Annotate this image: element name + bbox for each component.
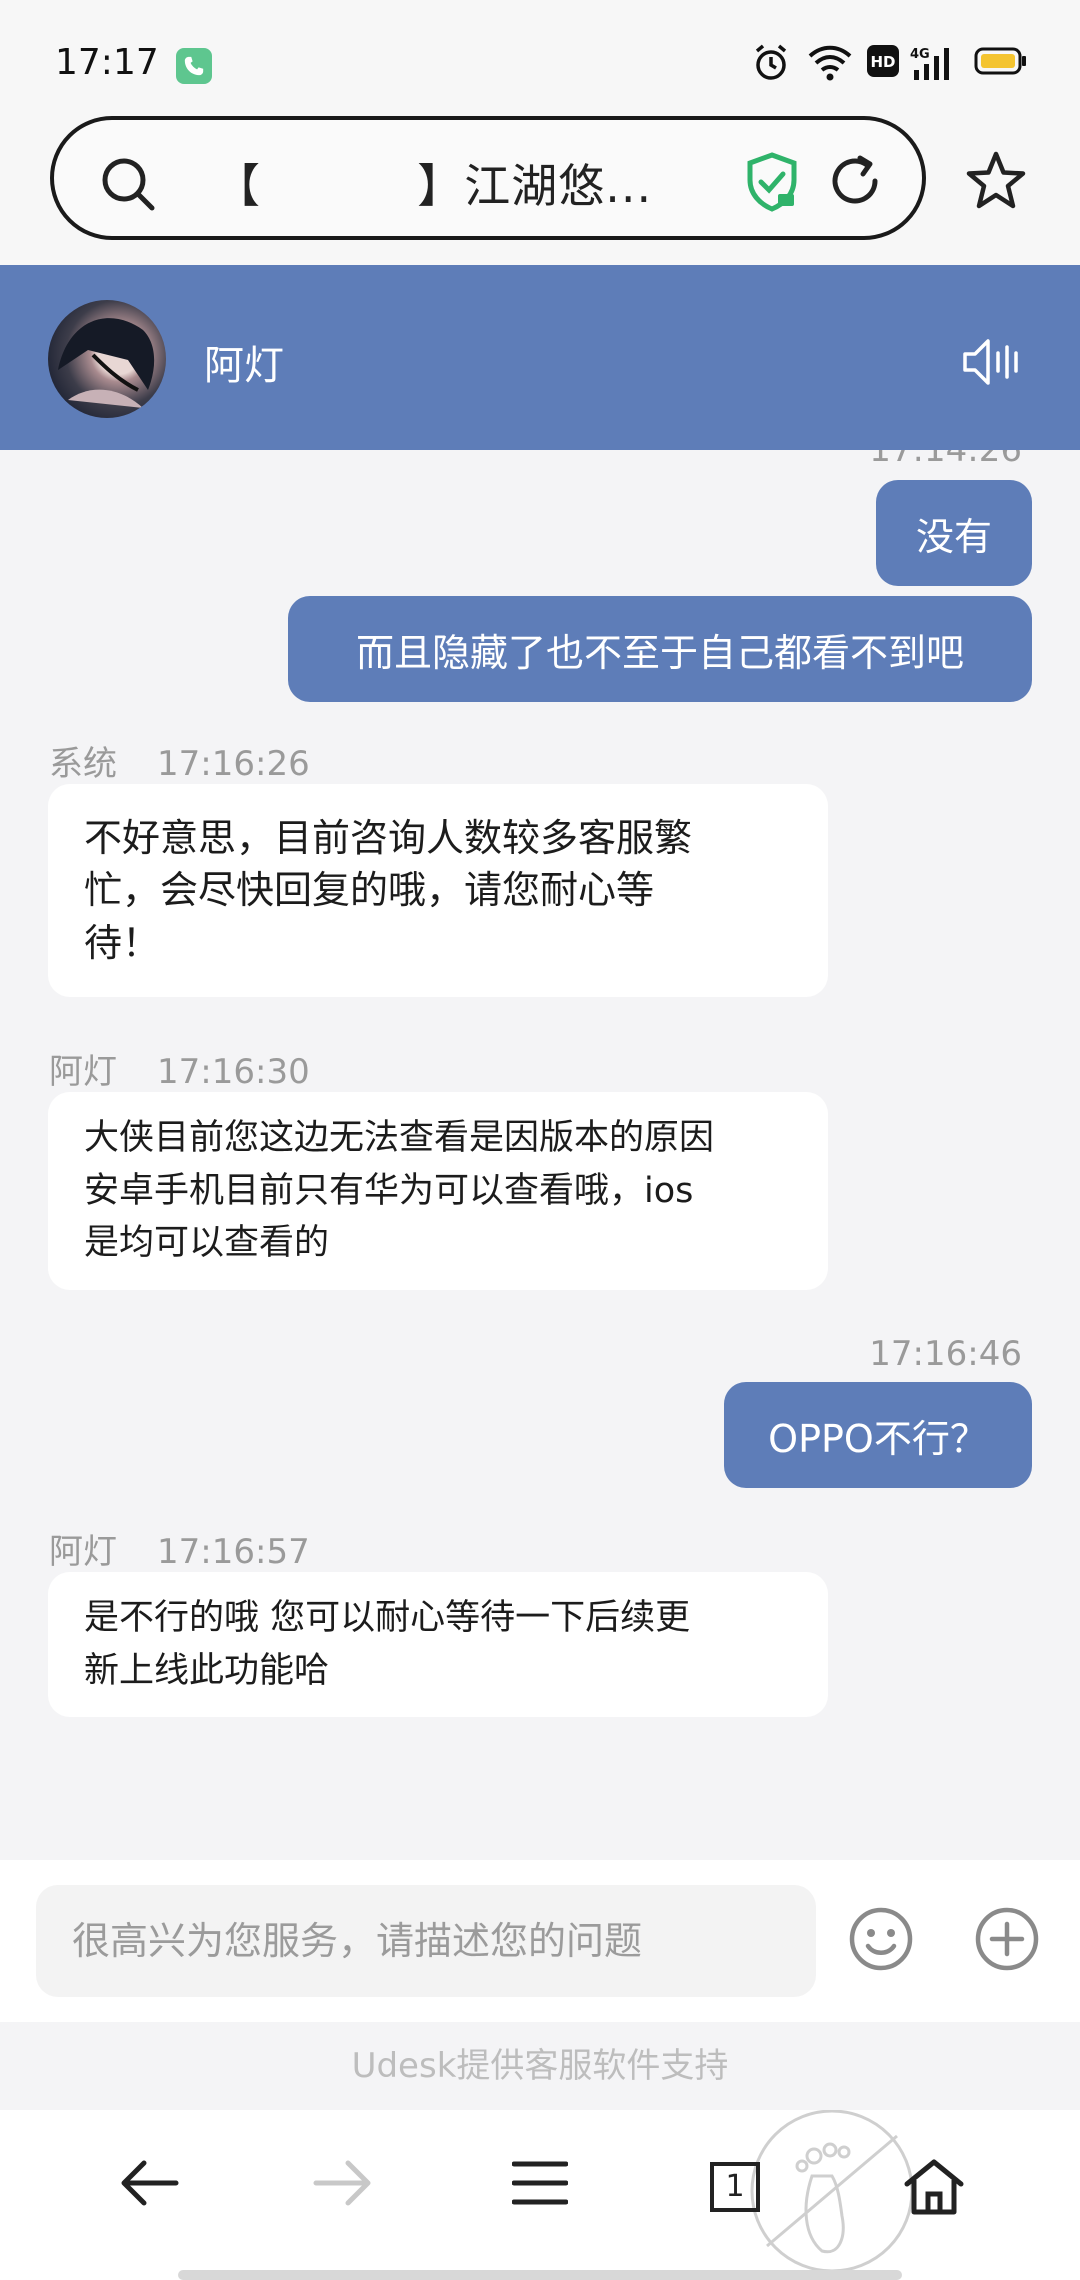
menu-icon[interactable]: [512, 2158, 568, 2208]
browser-nav-bar: 1: [0, 2110, 1080, 2280]
tabs-icon[interactable]: 1: [710, 2162, 760, 2212]
outgoing-message[interactable]: 没有: [876, 480, 1032, 586]
powered-by: Udesk提供客服软件支持: [0, 2022, 1080, 2110]
forward-arrow-icon[interactable]: [312, 2158, 374, 2208]
svg-text:4G: 4G: [910, 47, 930, 62]
message-line: 是不行的哦 您可以耐心等待一下后续更: [84, 1598, 691, 1638]
message-text: 没有: [915, 514, 992, 559]
message-meta: 系统 17:16:26: [49, 736, 310, 785]
star-icon[interactable]: [965, 150, 1027, 210]
plus-icon[interactable]: [974, 1906, 1040, 1972]
message-line: 安卓手机目前只有华为可以查看哦，ios: [84, 1170, 694, 1211]
agent-name: 阿灯: [204, 343, 284, 389]
outgoing-message[interactable]: OPPO不行？: [724, 1382, 1032, 1488]
browser-toolbar: 【 】江湖悠...: [0, 110, 1080, 265]
message-line: 是均可以查看的: [84, 1223, 330, 1263]
message-timestamp: 17:16:46: [869, 1334, 1022, 1374]
message-meta: 阿灯 17:16:57: [49, 1524, 310, 1573]
avatar[interactable]: [48, 300, 166, 418]
sender-name: 阿灯: [49, 1052, 117, 1092]
alarm-icon: [755, 44, 787, 80]
phone-call-icon: [176, 48, 212, 84]
message-input[interactable]: [36, 1885, 816, 1997]
outgoing-message[interactable]: 而且隐藏了也不至于自己都看不到吧: [288, 596, 1032, 702]
message-line: 待！: [84, 920, 161, 965]
reload-icon[interactable]: [826, 152, 884, 210]
sender-name: 系统: [49, 744, 117, 784]
message-time: 17:16:57: [157, 1532, 310, 1572]
chat-header: 阿灯: [0, 265, 1080, 450]
message-line: 大侠目前您这边无法查看是因版本的原因: [84, 1118, 715, 1158]
incoming-message[interactable]: 不好意思，目前咨询人数较多客服繁 忙，会尽快回复的哦，请您耐心等 待！: [48, 784, 828, 998]
speaker-icon[interactable]: [962, 337, 1020, 387]
emoji-icon[interactable]: [848, 1906, 914, 1972]
status-time: 17:17: [55, 42, 159, 83]
url-text[interactable]: 【 】江湖悠...: [214, 150, 652, 216]
message-line: 不好意思，目前咨询人数较多客服繁: [84, 816, 693, 860]
footprint-watermark-icon: [750, 2110, 914, 2273]
incoming-message[interactable]: 大侠目前您这边无法查看是因版本的原因 安卓手机目前只有华为可以查看哦，ios 是…: [48, 1092, 828, 1290]
message-timestamp: 17:14:26: [869, 450, 1022, 470]
status-bar: 17:17 HD 4G: [0, 0, 1080, 110]
message-line: 新上线此功能哈: [84, 1650, 330, 1691]
message-composer: [0, 1860, 1080, 2022]
message-meta: 阿灯 17:16:30: [49, 1044, 310, 1093]
message-text: 而且隐藏了也不至于自己都看不到吧: [355, 630, 964, 675]
message-line: 忙，会尽快回复的哦，请您耐心等: [84, 868, 655, 913]
4g-signal-icon: 4G: [910, 47, 949, 80]
hd-icon: HD: [867, 45, 899, 77]
message-text: OPPO不行？: [768, 1416, 988, 1461]
address-bar[interactable]: 【 】江湖悠...: [50, 116, 926, 240]
sender-name: 阿灯: [49, 1532, 117, 1572]
home-icon[interactable]: [903, 2158, 965, 2216]
svg-text:HD: HD: [870, 53, 895, 71]
incoming-message[interactable]: 是不行的哦 您可以耐心等待一下后续更 新上线此功能哈: [48, 1572, 828, 1717]
message-time: 17:16:26: [157, 744, 310, 784]
home-indicator[interactable]: [178, 2270, 902, 2280]
message-list[interactable]: 17:14:26 没有 而且隐藏了也不至于自己都看不到吧 系统 17:16:26 …: [0, 450, 1080, 1860]
back-arrow-icon[interactable]: [118, 2158, 180, 2208]
message-time: 17:16:30: [157, 1052, 310, 1092]
security-shield-icon[interactable]: [744, 152, 800, 212]
search-icon[interactable]: [100, 156, 156, 212]
wifi-icon: [808, 45, 852, 81]
battery-icon: [974, 47, 1026, 75]
